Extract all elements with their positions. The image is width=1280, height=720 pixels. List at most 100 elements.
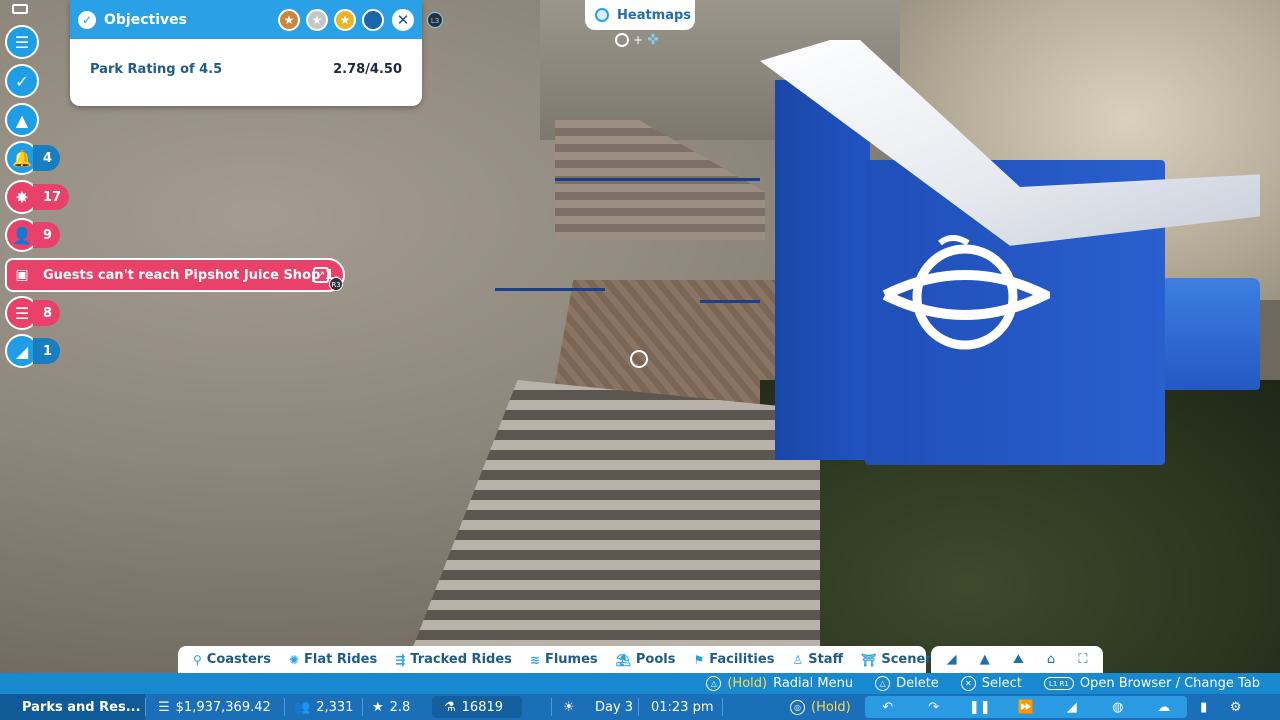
pool-icon: ⛱ [615, 652, 631, 667]
divider [551, 698, 552, 716]
guest-alert-count: 9 [33, 222, 61, 248]
money-value: $1,937,369.42 [175, 699, 271, 715]
redo-icon[interactable]: ↷ [911, 700, 957, 715]
hint-label: Delete [896, 676, 939, 691]
hint-radial-menu: △ (Hold) Radial Menu [706, 676, 853, 691]
park-viewport[interactable] [0, 0, 1280, 720]
bronze-star-icon: ★ [278, 9, 300, 31]
cross-button-icon: ✕ [960, 676, 976, 691]
terrain-tool-icon[interactable]: ⛰ [1013, 652, 1024, 667]
checkmark-icon: ✓ [5, 64, 39, 98]
touchpad-button-icon: ◎ [790, 699, 805, 715]
rating-display[interactable]: ★ 2.8 [372, 694, 410, 720]
camera-icon[interactable] [12, 4, 28, 14]
guests-display[interactable]: 👥 2,331 [294, 694, 353, 720]
silver-star-icon: ★ [306, 9, 328, 31]
hold-label: (Hold) [727, 676, 768, 691]
touchpad-button-icon [615, 33, 629, 47]
guests-icon: 👥 [294, 699, 311, 715]
pause-icon[interactable]: ❚❚ [957, 700, 1003, 715]
tab-label: Flumes [544, 652, 598, 667]
fast-forward-icon[interactable]: ⏩ [1003, 700, 1049, 715]
railing [495, 288, 605, 291]
external-link-icon[interactable]: ↗ [313, 267, 329, 283]
flat-ride-icon: ✺ [288, 652, 300, 667]
tab-staff[interactable]: ♙ Staff [783, 652, 852, 667]
expand-tool-icon[interactable]: ⛶ [1078, 652, 1087, 667]
sidebar-scenery-add[interactable]: ▲ [5, 103, 39, 137]
time-controls: ◎ (Hold) ↶ ↷ ❚❚ ⏩ ◢ ◍ ☁ ▮ ⚙ [790, 696, 1280, 718]
staff-icon: ♙ [792, 652, 804, 667]
tab-flumes[interactable]: ≋ Flumes [521, 652, 607, 667]
thermometer-icon[interactable]: ▮ [1187, 700, 1221, 715]
divider [722, 698, 723, 716]
sidebar-staff-alerts[interactable]: ◢ 1 [5, 334, 61, 368]
guest-count: 2,331 [316, 699, 354, 715]
tab-flat-rides[interactable]: ✺ Flat Rides [280, 652, 386, 667]
l1-r1-button-icon: L1 R1 [1043, 677, 1074, 690]
build-category-bar: ⚲ Coasters ✺ Flat Rides ⇶ Tracked Rides … [178, 646, 940, 673]
research-display[interactable]: ⚗ 16819 [432, 696, 522, 718]
tab-label: Coasters [206, 652, 271, 667]
sidebar-notifications[interactable]: 🔔 4 [5, 141, 61, 175]
coaster-icon: ⚲ [193, 652, 202, 667]
shop-alert-count: 8 [33, 300, 61, 326]
tab-label: Flat Rides [304, 652, 378, 667]
heatmaps-label: Heatmaps [617, 7, 692, 23]
tab-tracked-rides[interactable]: ⇶ Tracked Rides [386, 652, 521, 667]
triangle-button-icon: △ [706, 676, 722, 691]
tab-pools[interactable]: ⛱ Pools [607, 652, 685, 667]
tab-facilities[interactable]: ⚑ Facilities [684, 652, 783, 667]
hint-label: Open Browser / Change Tab [1079, 676, 1260, 691]
objective-label: Park Rating of 4.5 [90, 62, 223, 77]
plus-sign: + [633, 33, 644, 47]
path-tool-icon[interactable]: ◢ [947, 652, 957, 667]
notification-sidebar: ☰ ✓ ▲ 🔔 4 ✸ 17 👤 9 ▣ Guests can't reach … [0, 0, 345, 380]
time-value: 01:23 pm [651, 699, 714, 715]
cursor-reticle-icon [630, 350, 648, 368]
notification-count: 4 [33, 145, 61, 171]
money-stack-icon: ☰ [158, 699, 170, 715]
tracked-ride-icon: ⇶ [395, 652, 406, 667]
r3-button-icon: R3 [329, 277, 343, 291]
blueprint-tool-icon[interactable]: ⌂ [1047, 652, 1055, 667]
park-name-label: Parks and Res... [22, 699, 141, 715]
close-button[interactable]: ✕ [390, 7, 416, 33]
sidebar-goals[interactable]: ✓ [5, 64, 39, 98]
objectives-title: Objectives [104, 11, 187, 28]
triangle-button-icon: △ [875, 676, 891, 691]
scenery-tool-icon[interactable]: ▲ [980, 652, 990, 667]
scenery-add-icon: ▲ [5, 103, 39, 137]
weather-icon-wrap[interactable]: ☀ [563, 694, 581, 720]
hold-label: (Hold) [811, 699, 851, 715]
sidebar-shop-alerts[interactable]: ☰ 8 [5, 296, 61, 330]
flask-icon: ⚗ [444, 699, 456, 715]
ride-view-icon[interactable]: ◢ [1049, 700, 1095, 715]
undo-icon[interactable]: ↶ [865, 700, 911, 715]
research-value: 16819 [461, 699, 504, 715]
globe-icon[interactable]: ◍ [1095, 700, 1141, 715]
sidebar-rides-alerts[interactable]: ✸ 17 [5, 180, 70, 214]
day-display: Day 3 [595, 694, 633, 720]
money-display[interactable]: ☰ $1,937,369.42 [158, 694, 271, 720]
alert-banner-guests-cant-reach[interactable]: ▣ Guests can't reach Pipshot Juice Shop … [5, 258, 345, 292]
juice-shop-building[interactable] [760, 40, 1260, 480]
playback-controls: ↶ ↷ ❚❚ ⏩ ◢ ◍ ☁ [864, 696, 1187, 718]
tab-coasters[interactable]: ⚲ Coasters [184, 652, 280, 667]
staff-alert-count: 1 [33, 338, 61, 364]
sidebar-objectives-list[interactable]: ☰ [5, 25, 39, 59]
tab-label: Pools [635, 652, 676, 667]
weather-icon[interactable]: ☁ [1141, 700, 1187, 715]
star-icon: ★ [372, 699, 384, 715]
hint-select: ✕ Select [960, 676, 1022, 691]
hint-label: Radial Menu [773, 676, 854, 691]
heatmaps-button[interactable]: Heatmaps [585, 0, 695, 30]
divider [284, 698, 285, 716]
l3-button-icon: L3 [427, 12, 443, 28]
gear-icon[interactable]: ⚙ [1221, 700, 1251, 715]
sidebar-guest-alerts[interactable]: 👤 9 [5, 218, 61, 252]
scenery-icon: ⛩ [861, 652, 877, 667]
hint-open-browser: L1 R1 Open Browser / Change Tab [1043, 676, 1260, 691]
park-name[interactable]: Parks and Res... [0, 694, 145, 720]
controller-hints: △ (Hold) Radial Menu △ Delete ✕ Select L… [706, 674, 1260, 693]
